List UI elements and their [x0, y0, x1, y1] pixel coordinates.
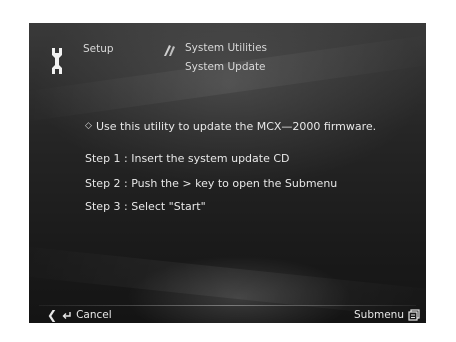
submenu-label: Submenu: [354, 309, 404, 321]
section-label: Setup: [83, 43, 114, 55]
category-label: System Utilities: [185, 42, 268, 54]
footer-divider: [39, 305, 416, 306]
intro-text: Use this utility to update the MCX—2000 …: [96, 120, 377, 133]
step-1: Step 1 : Insert the system update CD: [85, 152, 290, 165]
chevron-left-icon: ❮: [47, 308, 58, 322]
submenu-icon: [408, 309, 420, 321]
wrench-icon: [52, 48, 62, 74]
step-3: Step 3 : Select "Start": [85, 200, 206, 213]
cancel-label: Cancel: [76, 309, 112, 321]
return-arrow-icon: [62, 311, 71, 319]
bullet-icon: ◇: [85, 121, 92, 131]
chevron-right-icon: ❯: [424, 308, 426, 322]
step-2: Step 2 : Push the > key to open the Subm…: [85, 177, 338, 190]
tools-icon: [164, 45, 175, 56]
page-title: System Update: [185, 61, 266, 73]
cancel-button[interactable]: ❮ Cancel: [47, 308, 112, 322]
submenu-button[interactable]: Submenu ❯: [354, 308, 426, 322]
setup-screen: Setup System Utilities System Update ◇ U…: [29, 23, 426, 323]
